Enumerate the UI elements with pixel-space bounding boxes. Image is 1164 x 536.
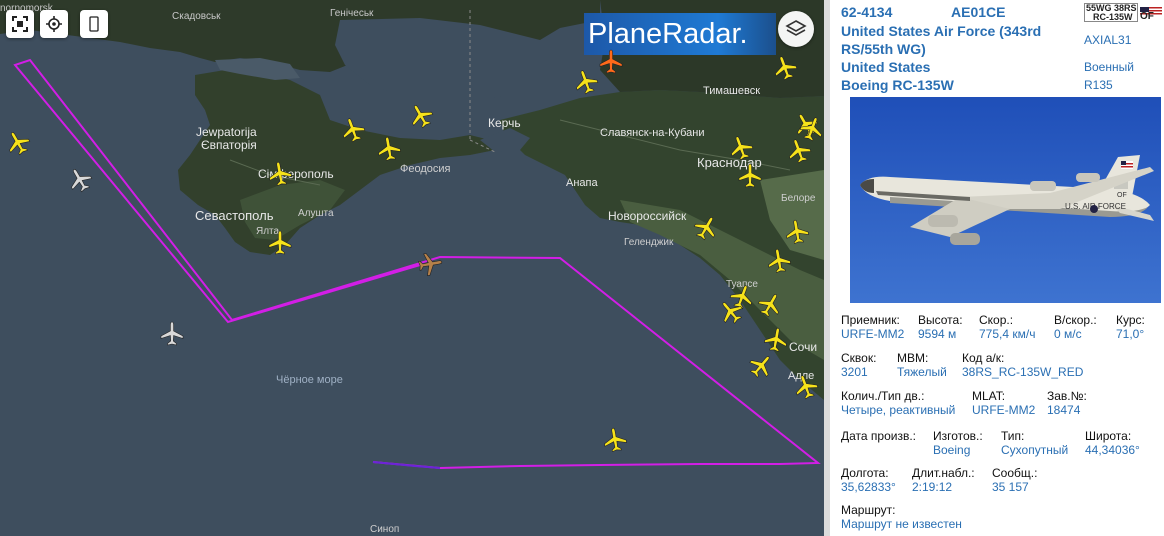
map-label-sevastopol: Севастополь [195, 208, 274, 223]
country: United States [841, 59, 931, 75]
airplane-icon[interactable] [159, 321, 185, 347]
locate-button[interactable] [40, 10, 68, 38]
operator: United States Air Force (343rd RS/55th W… [841, 23, 1042, 57]
airplane-icon[interactable] [265, 159, 295, 189]
map-label-gelendzhik: Геленджик [624, 237, 674, 248]
latitude-value: 44,34036° [1085, 443, 1140, 457]
map-label-slavyansk: Славянск-на-Кубани [600, 127, 705, 139]
altitude-value: 9594 м [918, 327, 957, 341]
engines-value: Четыре, реактивный [841, 403, 956, 417]
route-label: Маршрут: [841, 503, 896, 517]
longitude-value: 35,62833° [841, 480, 896, 494]
airplane-icon[interactable] [761, 325, 791, 355]
serial-label: Зав.№: [1047, 389, 1087, 403]
receiver-label: Приемник: [841, 313, 900, 327]
vspeed-value: 0 м/с [1054, 327, 1082, 341]
flag-icon: OF [1140, 3, 1162, 22]
altitude-label: Высота: [918, 313, 963, 327]
map-label-geneche: Генічеськ [330, 8, 374, 19]
mbm-value: Тяжелый [897, 365, 947, 379]
maker-label: Изготов.: [933, 429, 983, 443]
airplane-icon[interactable] [782, 217, 812, 247]
phone-icon [89, 16, 99, 32]
code-value: 38RS_RC-135W_RED [962, 365, 1084, 379]
aircraft-info-panel: 62-4134 AE01CE 55WG 38RS RC-135W OF Unit… [824, 0, 1164, 536]
latitude-label: Широта: [1085, 429, 1132, 443]
layers-icon [785, 20, 807, 36]
map-label-novorossiysk: Новороссийск [608, 209, 687, 223]
locate-icon [46, 16, 62, 32]
airplane-icon[interactable] [598, 49, 624, 75]
map-view[interactable]: nornomorsk Скадовськ Генічеськ Jewpatori… [0, 0, 824, 536]
airplane-icon[interactable] [374, 134, 404, 164]
aircraft-photo[interactable]: OF U.S. AIR FORCE [850, 97, 1161, 303]
registration: 62-4134 [841, 4, 893, 20]
aircraft-tag: 55WG 38RS RC-135W [1084, 3, 1138, 22]
tag-line-2: RC-135W [1093, 12, 1133, 22]
mobile-view-button[interactable] [80, 10, 108, 38]
course-value: 71,0° [1116, 327, 1145, 341]
map-label-skadovsk: Скадовськ [172, 11, 221, 22]
maker-value: Boeing [933, 443, 971, 457]
layers-button[interactable] [778, 11, 814, 47]
mlat-label: MLAT: [972, 389, 1006, 403]
fullscreen-icon [12, 16, 28, 32]
speed-value: 775,4 км/ч [979, 327, 1036, 341]
duration-label: Длит.набл.: [912, 466, 975, 480]
aircraft-model: Boeing RC-135W [841, 77, 954, 93]
mbm-label: MBM: [897, 351, 929, 365]
serial-value: 18474 [1047, 403, 1081, 417]
route-value: Маршрут не известен [841, 517, 962, 531]
app-window: nornomorsk Скадовськ Генічеськ Jewpatori… [0, 0, 1164, 536]
map-label-black-sea: Чёрное море [276, 374, 343, 386]
longitude-label: Долгота: [841, 466, 889, 480]
type-label: Тип: [1001, 429, 1025, 443]
map-base [0, 0, 824, 536]
airplane-icon[interactable] [600, 425, 630, 455]
map-label-alushta: Алушта [298, 208, 334, 219]
type-value: Сухопутный [1001, 443, 1069, 457]
airplane-icon[interactable] [737, 163, 763, 189]
map-label-kerch: Керчь [488, 116, 521, 130]
squawk-label: Сквок: [841, 351, 877, 365]
squawk-value: 3201 [841, 365, 868, 379]
engines-label: Колич./Тип дв.: [841, 389, 925, 403]
messages-label: Сообщ.: [992, 466, 1038, 480]
map-label-sochi: Сочи [789, 340, 818, 354]
vspeed-label: В/скор.: [1054, 313, 1097, 327]
airplane-icon[interactable] [415, 249, 445, 279]
tag-suffix: OF [1140, 11, 1154, 22]
callsign: AXIAL31 [1084, 33, 1132, 47]
map-label-timashevsk: Тимашевск [703, 85, 761, 97]
built-label: Дата произв.: [841, 429, 916, 443]
map-label-yevpatoriya: Євпаторія [201, 138, 257, 152]
airplane-icon[interactable] [764, 246, 794, 276]
receiver-value: URFE-MM2 [841, 327, 905, 341]
map-label-feodosiya: Феодосия [400, 163, 451, 175]
messages-value: 35 157 [992, 480, 1029, 494]
hex-code: AE01CE [951, 4, 1006, 20]
map-label-jewpatorija: Jewpatorija [196, 125, 257, 139]
type-code: R135 [1084, 78, 1113, 92]
speed-label: Скор.: [979, 313, 1014, 327]
map-label-belorechensk: Белоре [781, 193, 816, 204]
airplane-icon[interactable] [267, 230, 293, 256]
svg-text:OF: OF [1117, 192, 1127, 199]
mlat-value: URFE-MM2 [972, 403, 1036, 417]
code-label: Код а/к: [962, 351, 1005, 365]
fullscreen-button[interactable] [6, 10, 34, 38]
map-label-anapa: Анапа [566, 177, 598, 189]
course-label: Курс: [1116, 313, 1145, 327]
duration-value: 2:19:12 [912, 480, 953, 494]
category: Военный [1084, 60, 1134, 74]
map-label-sinop: Синоп [370, 524, 400, 535]
